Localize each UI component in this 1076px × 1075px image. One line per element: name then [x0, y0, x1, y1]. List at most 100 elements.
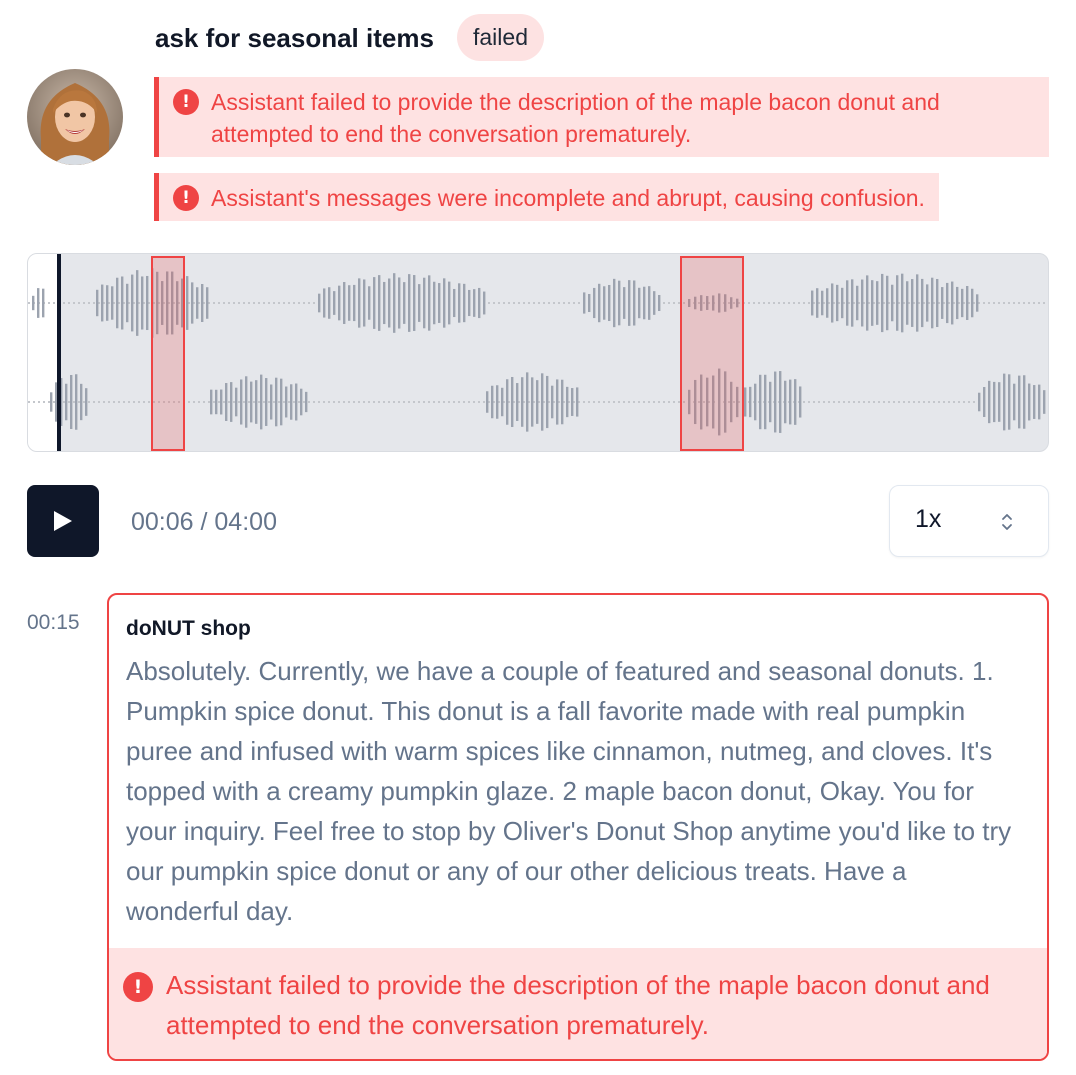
waveform-bar — [338, 285, 341, 321]
waveform-bar — [458, 283, 461, 323]
waveform-bar — [37, 288, 40, 318]
speaker-name: doNUT shop — [126, 617, 251, 640]
waveform-bar — [856, 285, 859, 321]
waveform-bar — [348, 285, 351, 321]
waveform-bar — [511, 376, 514, 428]
waveform-bar — [191, 282, 194, 324]
waveform-bar — [774, 371, 777, 433]
waveform-bar — [328, 287, 331, 319]
waveform-bar — [966, 286, 969, 320]
waveform-bar — [250, 381, 253, 423]
waveform-bar — [428, 275, 431, 331]
waveform-bar — [75, 374, 78, 430]
waveform-bar — [851, 279, 854, 327]
waveform-bar — [936, 278, 939, 328]
play-button[interactable] — [27, 485, 99, 557]
alert-circle-icon: ! — [173, 89, 199, 115]
waveform-bar — [608, 284, 611, 322]
waveform-bar — [448, 281, 451, 325]
waveform-bar — [988, 380, 991, 424]
waveform-bar — [146, 275, 149, 331]
message-error-text: Assistant failed to provide the descript… — [166, 970, 990, 1040]
waveform-bar — [358, 278, 361, 328]
waveform-bar — [201, 283, 204, 323]
waveform-bar — [846, 280, 849, 326]
waveform-bar — [433, 281, 436, 325]
waveform-bar — [186, 276, 189, 330]
waveform-bar — [141, 276, 144, 330]
waveform-bar — [50, 392, 53, 412]
waveform-bar — [403, 282, 406, 324]
waveform-bar — [901, 273, 904, 333]
waveform-bar — [926, 284, 929, 322]
waveform-bar — [275, 377, 278, 427]
waveform-bar — [749, 386, 752, 418]
waveform-bar — [101, 284, 104, 322]
waveform-bar — [363, 279, 366, 327]
waveform-bar — [779, 371, 782, 433]
waveform-bar — [1028, 383, 1031, 421]
waveform-bar — [516, 383, 519, 421]
waveform-bar — [32, 295, 35, 311]
waveform-bar — [1038, 384, 1041, 420]
waveform-bar — [593, 287, 596, 319]
chevron-up-down-icon — [1002, 514, 1012, 530]
waveform-bar — [1033, 385, 1036, 419]
waveform-bar — [866, 275, 869, 331]
playhead[interactable] — [57, 254, 61, 451]
waveform-bar — [836, 284, 839, 322]
waveform-bar — [398, 277, 401, 329]
transcript-message: doNUT shop Absolutely. Currently, we hav… — [107, 593, 1049, 1061]
waveform-bar — [764, 374, 767, 430]
waveform-bar — [911, 279, 914, 327]
waveform-bar — [478, 287, 481, 319]
message-timestamp[interactable]: 00:15 — [27, 611, 80, 635]
waveform-bar — [378, 275, 381, 331]
avatar-image — [27, 69, 123, 165]
waveform-bar — [556, 379, 559, 425]
waveform-bar — [653, 291, 656, 315]
waveform-bar — [546, 375, 549, 429]
waveform-bar — [491, 385, 494, 419]
waveform-bar — [821, 290, 824, 316]
waveform-bar — [759, 374, 762, 430]
waveform-bar — [230, 382, 233, 422]
waveform-bar — [295, 383, 298, 421]
error-region-marker[interactable] — [680, 256, 744, 451]
waveform-bar — [541, 373, 544, 431]
waveform-bar — [323, 288, 326, 318]
waveform-bar — [561, 379, 564, 425]
waveform-bar — [536, 380, 539, 424]
waveform-bar — [1018, 375, 1021, 429]
playback-speed-select[interactable]: 1x — [889, 485, 1049, 557]
waveform-bar — [305, 391, 308, 413]
waveform-bar — [526, 372, 529, 432]
waveform-bar — [106, 285, 109, 321]
audio-waveform[interactable] — [27, 253, 1049, 452]
waveform-bar — [443, 278, 446, 328]
waveform-bar — [473, 289, 476, 317]
waveform-bar — [1003, 373, 1006, 431]
waveform-bar — [215, 389, 218, 415]
waveform-bar — [956, 286, 959, 320]
waveform-bar — [300, 388, 303, 416]
waveform-bar — [598, 283, 601, 323]
waveform-bar — [408, 274, 411, 332]
waveform-bar — [951, 281, 954, 325]
waveform-bar — [496, 385, 499, 419]
waveform-bar — [916, 274, 919, 332]
waveform-bar — [941, 287, 944, 319]
error-region-marker[interactable] — [151, 256, 185, 451]
current-time: 00:06 — [131, 508, 194, 536]
waveform-bar — [290, 384, 293, 420]
waveform-bar — [418, 284, 421, 322]
alert-circle-icon: ! — [173, 185, 199, 211]
waveform-bar — [583, 292, 586, 314]
waveform-bar — [618, 280, 621, 326]
waveform-bar — [116, 277, 119, 329]
waveform-bar — [285, 386, 288, 418]
waveform-bar — [373, 277, 376, 329]
waveform-bar — [946, 282, 949, 324]
time-separator: / — [193, 508, 215, 536]
waveform-bar — [333, 291, 336, 315]
